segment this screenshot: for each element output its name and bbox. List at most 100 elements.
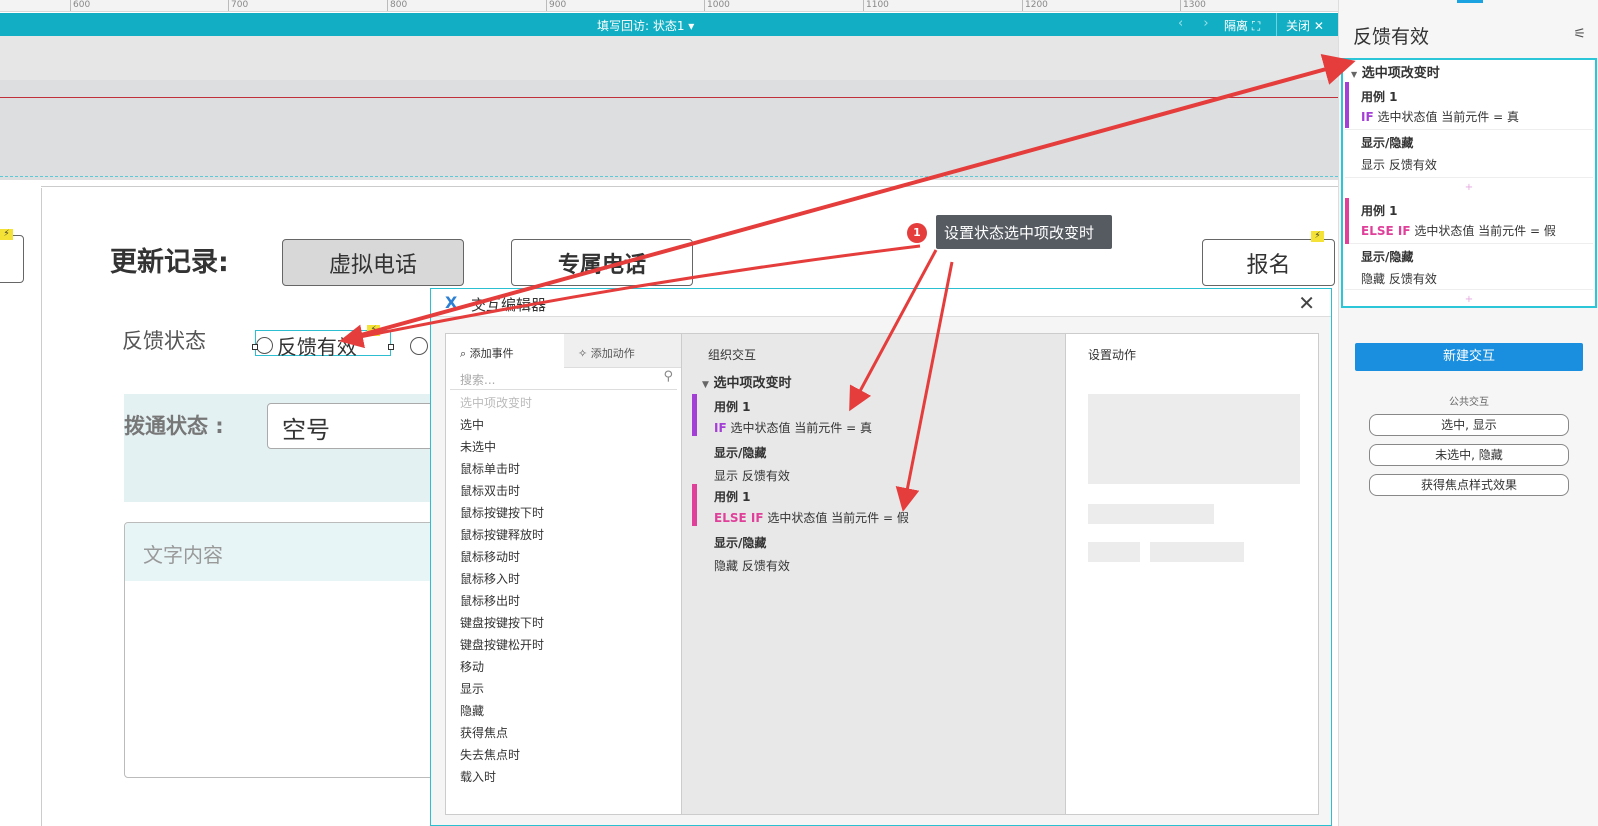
organize-interactions-column: 组织交互 ▼ 选中项改变时 用例 1 IF 选中状态值 当前元件 = 真 显示/… bbox=[682, 334, 1066, 814]
case-action-detail: 隐藏 反馈有效 bbox=[714, 559, 790, 573]
panel-title: 反馈有效 bbox=[1353, 26, 1430, 48]
dedicated-phone-button[interactable]: 专属电话 bbox=[511, 239, 693, 286]
widget-partial-left[interactable] bbox=[0, 235, 24, 283]
add-action-plus[interactable]: + bbox=[1343, 294, 1595, 305]
settings-sliders-icon[interactable]: ⚟ bbox=[1573, 26, 1586, 42]
new-interaction-button[interactable]: 新建交互 bbox=[1355, 343, 1583, 371]
state-nav-arrows[interactable]: ‹ › bbox=[1178, 16, 1217, 31]
event-item[interactable]: 移动 bbox=[460, 656, 681, 678]
case-condition: IF 选中状态值 当前元件 = 真 bbox=[714, 419, 872, 436]
event-item[interactable]: 鼠标按键按下时 bbox=[460, 502, 681, 524]
event-item[interactable]: 鼠标双击时 bbox=[460, 480, 681, 502]
resize-handle[interactable] bbox=[252, 344, 258, 350]
case-condition-text: 选中状态值 当前元件 = 真 bbox=[1373, 110, 1519, 124]
select-value: 空号 bbox=[282, 416, 330, 444]
panel-case-else-if[interactable]: 用例 1 ELSE IF 选中状态值 当前元件 = 假 bbox=[1345, 198, 1593, 244]
ruler-tick: 1100 bbox=[863, 0, 889, 11]
event-item[interactable]: 鼠标移出时 bbox=[460, 590, 681, 612]
topbar-divider bbox=[1276, 13, 1277, 36]
public-interactions-label: 公共交互 bbox=[1449, 397, 1489, 408]
panel-event-item[interactable]: ▼ 选中项改变时 bbox=[1351, 62, 1440, 81]
event-item[interactable]: 未选中 bbox=[460, 436, 681, 458]
tab-label: 添加动作 bbox=[590, 347, 635, 360]
event-item[interactable]: 显示 bbox=[460, 678, 681, 700]
case-else-if[interactable]: 用例 1 ELSE IF 选中状态值 当前元件 = 假 显示/隐藏 隐藏 反馈有… bbox=[692, 484, 1052, 580]
event-item[interactable]: 隐藏 bbox=[460, 700, 681, 722]
org-event-label: 选中项改变时 bbox=[713, 376, 792, 391]
state-edit-bar: 填写回访: 状态1 ▾ ‹ › 隔离 ⛶ 关闭 ✕ bbox=[0, 13, 1338, 36]
event-item[interactable]: 鼠标移动时 bbox=[460, 546, 681, 568]
panel-case-condition: IF 选中状态值 当前元件 = 真 bbox=[1361, 108, 1519, 125]
ruler-tick: 700 bbox=[228, 0, 248, 11]
case-condition-text: 选中状态值 当前元件 = 假 bbox=[1410, 224, 1556, 238]
event-item[interactable]: 失去焦点时 bbox=[460, 744, 681, 766]
add-action-plus[interactable]: + bbox=[1343, 182, 1595, 193]
page-border-left bbox=[41, 188, 42, 826]
panel-case-condition: ELSE IF 选中状态值 当前元件 = 假 bbox=[1361, 222, 1556, 239]
axure-logo-icon: X bbox=[445, 293, 458, 312]
event-item[interactable]: 获得焦点 bbox=[460, 722, 681, 744]
event-item[interactable]: 鼠标移入时 bbox=[460, 568, 681, 590]
panel-action-detail: 显示 反馈有效 bbox=[1361, 158, 1437, 172]
event-item[interactable]: 鼠标按键释放时 bbox=[460, 524, 681, 546]
case-action-detail: 显示 反馈有效 bbox=[714, 469, 790, 483]
close-icon[interactable]: ✕ bbox=[1298, 291, 1315, 315]
canvas-band-gray bbox=[0, 80, 1338, 180]
virtual-phone-button[interactable]: 虚拟电话 bbox=[282, 239, 464, 286]
tab-add-event[interactable]: ⌕ 添加事件 bbox=[446, 334, 564, 368]
public-interaction-button[interactable]: 未选中, 隐藏 bbox=[1369, 444, 1569, 466]
case-bar bbox=[1345, 82, 1349, 128]
signup-button[interactable]: 报名 bbox=[1202, 239, 1335, 286]
case-action[interactable]: 显示/隐藏 bbox=[714, 534, 766, 551]
feedback-status-label: 反馈状态 bbox=[122, 329, 206, 353]
event-item[interactable]: 选中 bbox=[460, 414, 681, 436]
panel-case-if[interactable]: 用例 1 IF 选中状态值 当前元件 = 真 bbox=[1345, 82, 1593, 130]
active-tab-indicator bbox=[1457, 0, 1483, 3]
dial-status-label: 拨通状态 : bbox=[124, 414, 224, 438]
org-event-item[interactable]: ▼ 选中项改变时 bbox=[702, 372, 791, 391]
canvas-band-top bbox=[0, 36, 1338, 80]
placeholder-block bbox=[1088, 394, 1300, 484]
isolate-button[interactable]: 隔离 ⛶ bbox=[1224, 17, 1260, 34]
page-border-top bbox=[41, 186, 1338, 187]
public-interaction-button[interactable]: 选中, 显示 bbox=[1369, 414, 1569, 436]
close-state-button[interactable]: 关闭 ✕ bbox=[1286, 17, 1324, 34]
org-header: 组织交互 bbox=[708, 348, 757, 362]
guide-line-red bbox=[0, 97, 1338, 98]
case-keyword: ELSE IF bbox=[714, 511, 764, 525]
set-action-header: 设置动作 bbox=[1088, 348, 1137, 362]
event-item[interactable]: 载入时 bbox=[460, 766, 681, 788]
case-if[interactable]: 用例 1 IF 选中状态值 当前元件 = 真 显示/隐藏 显示 反馈有效 bbox=[692, 394, 1052, 490]
text-content-area[interactable]: 文字内容 bbox=[124, 522, 434, 778]
caret-down-icon: ▼ bbox=[1351, 70, 1358, 79]
state-selector[interactable]: 填写回访: 状态1 ▾ bbox=[597, 17, 694, 34]
event-item[interactable]: 键盘按键松开时 bbox=[460, 634, 681, 656]
add-action-icon: ✧ bbox=[578, 347, 588, 360]
panel-top-tabs bbox=[1339, 0, 1598, 14]
event-item[interactable]: 键盘按键按下时 bbox=[460, 612, 681, 634]
events-tabs: ⌕ 添加事件 ✧ 添加动作 bbox=[446, 334, 681, 368]
ruler-tick: 1200 bbox=[1022, 0, 1048, 11]
tab-add-action[interactable]: ✧ 添加动作 bbox=[564, 334, 682, 368]
ruler-tick: 800 bbox=[387, 0, 407, 11]
public-interaction-button[interactable]: 获得焦点样式效果 bbox=[1369, 474, 1569, 496]
step-badge: 1 bbox=[907, 223, 927, 243]
dialog-titlebar[interactable]: X 交互编辑器 ✕ bbox=[431, 289, 1331, 317]
radio-circle-icon[interactable] bbox=[410, 337, 428, 355]
dial-status-select[interactable]: 空号 bbox=[267, 403, 437, 449]
panel-case-action[interactable]: 显示/隐藏 隐藏 反馈有效 bbox=[1345, 244, 1593, 290]
resize-handle[interactable] bbox=[388, 344, 394, 350]
close-label: 关闭 bbox=[1286, 19, 1311, 33]
guide-line-dashed bbox=[0, 176, 1338, 177]
panel-case-action[interactable]: 显示/隐藏 显示 反馈有效 bbox=[1345, 130, 1593, 178]
radio-circle-icon bbox=[256, 337, 273, 354]
panel-event-label: 选中项改变时 bbox=[1361, 66, 1440, 81]
case-keyword: IF bbox=[714, 421, 727, 435]
event-list: 选中项改变时 选中 未选中 鼠标单击时 鼠标双击时 鼠标按键按下时 鼠标按键释放… bbox=[446, 390, 681, 788]
event-item[interactable]: 鼠标单击时 bbox=[460, 458, 681, 480]
case-action[interactable]: 显示/隐藏 bbox=[714, 444, 766, 461]
panel-action-detail: 隐藏 反馈有效 bbox=[1361, 272, 1437, 286]
event-search-input[interactable]: 搜索... ⚲ bbox=[450, 368, 677, 390]
case-bar bbox=[692, 394, 697, 436]
radio-label: 反馈有效 bbox=[276, 335, 357, 359]
